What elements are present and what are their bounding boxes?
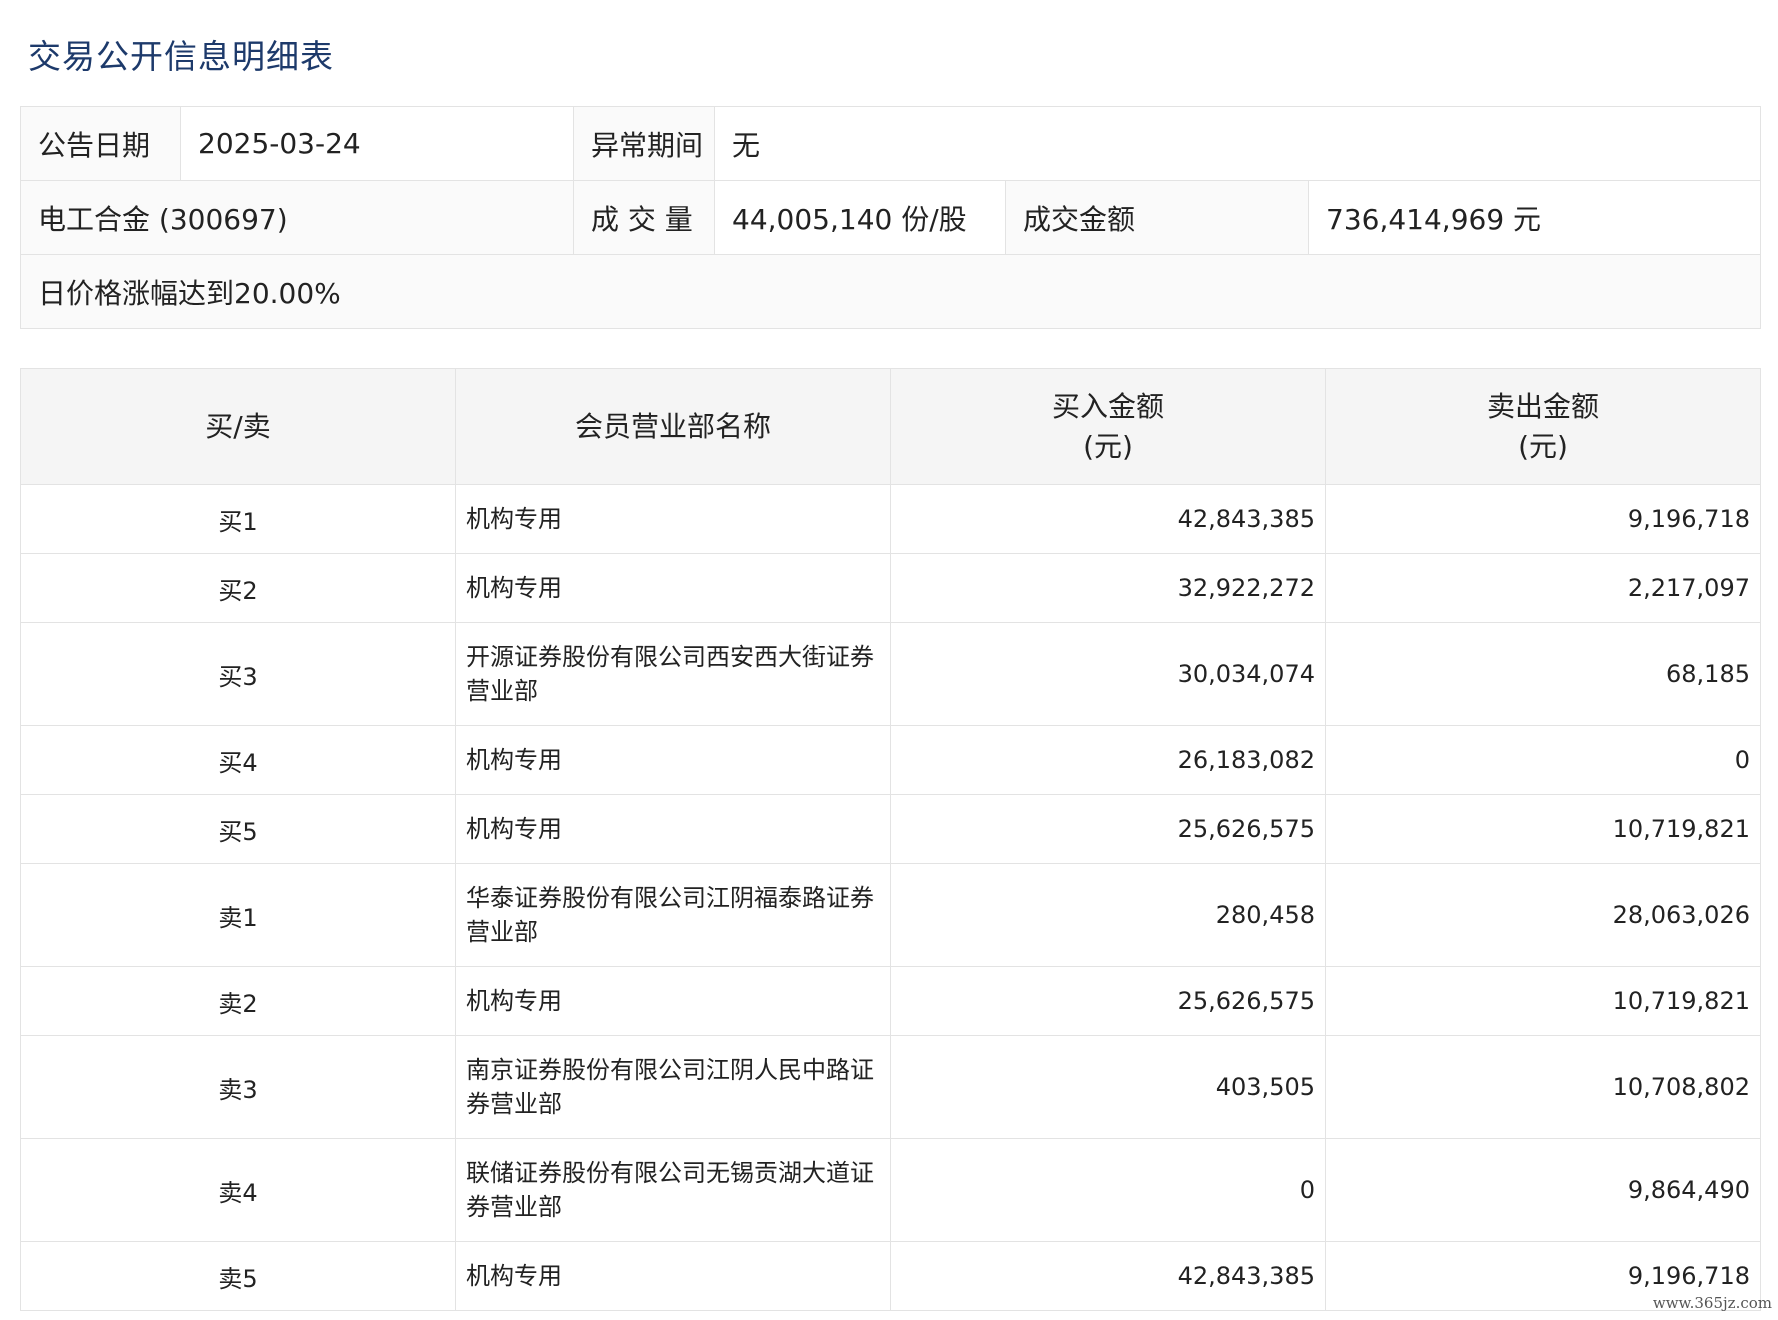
announce-date-label: 公告日期: [20, 106, 181, 181]
row-member-name: 开源证券股份有限公司西安西大街证券营业部: [455, 622, 891, 726]
row-member-name: 机构专用: [455, 553, 891, 623]
row-side: 买1: [20, 484, 456, 554]
table-row: 买3 开源证券股份有限公司西安西大街证券营业部 30,034,074 68,18…: [20, 622, 1761, 726]
row-buy-amount: 30,034,074: [890, 622, 1326, 726]
stock-name: 电工合金 (300697): [20, 180, 574, 255]
row-member-name: 机构专用: [455, 794, 891, 864]
row-member-name: 机构专用: [455, 1241, 891, 1311]
row-buy-amount: 25,626,575: [890, 794, 1326, 864]
table-row: 卖1 华泰证券股份有限公司江阴福泰路证券营业部 280,458 28,063,0…: [20, 863, 1761, 967]
row-sell-amount: 68,185: [1325, 622, 1761, 726]
row-side: 卖2: [20, 966, 456, 1036]
announce-date-value: 2025-03-24: [180, 106, 574, 181]
row-side: 买5: [20, 794, 456, 864]
site-watermark: www.365jz.com: [1652, 1294, 1772, 1312]
turnover-label: 成交金额: [1005, 180, 1309, 255]
listing-reason: 日价格涨幅达到20.00%: [19, 254, 1762, 329]
row-side: 卖3: [20, 1035, 456, 1139]
row-side: 买3: [20, 622, 456, 726]
info-row-reason: 日价格涨幅达到20.00%: [19, 254, 1762, 329]
table-row: 买4 机构专用 26,183,082 0: [20, 725, 1761, 795]
trade-detail-table: 买/卖 会员营业部名称 买入金额 (元) 卖出金额 (元) 买1 机构专用 42…: [20, 368, 1761, 1311]
header-sell-line1: 卖出金额: [1486, 389, 1599, 423]
info-row-volume: 电工合金 (300697) 成 交 量 44,005,140 份/股 成交金额 …: [20, 180, 1762, 255]
row-member-name: 机构专用: [455, 484, 891, 554]
header-buy-line1: 买入金额: [1051, 389, 1164, 423]
row-sell-amount: 9,864,490: [1325, 1138, 1761, 1242]
table-row: 卖2 机构专用 25,626,575 10,719,821: [20, 966, 1761, 1036]
stock-info-table: 公告日期 2025-03-24 异常期间 无 电工合金 (300697) 成 交…: [19, 106, 1762, 329]
row-sell-amount: 10,719,821: [1325, 966, 1761, 1036]
header-buy-line2: (元): [1083, 429, 1133, 463]
row-buy-amount: 403,505: [890, 1035, 1326, 1139]
row-member-name: 联储证券股份有限公司无锡贡湖大道证券营业部: [455, 1138, 891, 1242]
header-sell-line2: (元): [1518, 429, 1568, 463]
row-member-name: 机构专用: [455, 966, 891, 1036]
row-buy-amount: 280,458: [890, 863, 1326, 967]
row-side: 买2: [20, 553, 456, 623]
row-side: 卖4: [20, 1138, 456, 1242]
info-row-date: 公告日期 2025-03-24 异常期间 无: [20, 106, 1762, 181]
row-side: 卖5: [20, 1241, 456, 1311]
table-row: 买2 机构专用 32,922,272 2,217,097: [20, 553, 1761, 623]
table-header-row: 买/卖 会员营业部名称 买入金额 (元) 卖出金额 (元): [20, 368, 1761, 485]
row-buy-amount: 0: [890, 1138, 1326, 1242]
header-buy-amount: 买入金额 (元): [890, 368, 1326, 485]
row-member-name: 华泰证券股份有限公司江阴福泰路证券营业部: [455, 863, 891, 967]
row-side: 买4: [20, 725, 456, 795]
volume-label: 成 交 量: [573, 180, 715, 255]
row-sell-amount: 28,063,026: [1325, 863, 1761, 967]
turnover-value: 736,414,969 元: [1307, 180, 1762, 255]
row-sell-amount: 9,196,718: [1325, 484, 1761, 554]
row-sell-amount: 10,719,821: [1325, 794, 1761, 864]
table-row: 卖5 机构专用 42,843,385 9,196,718: [20, 1241, 1761, 1311]
header-side: 买/卖: [20, 368, 456, 485]
volume-value: 44,005,140 份/股: [714, 180, 1006, 255]
table-row: 买5 机构专用 25,626,575 10,719,821: [20, 794, 1761, 864]
row-buy-amount: 42,843,385: [890, 484, 1326, 554]
table-row: 卖3 南京证券股份有限公司江阴人民中路证券营业部 403,505 10,708,…: [20, 1035, 1761, 1139]
row-buy-amount: 26,183,082: [890, 725, 1326, 795]
page-title: 交易公开信息明细表: [28, 37, 334, 76]
row-sell-amount: 2,217,097: [1325, 553, 1761, 623]
abnormal-period-value: 无: [713, 106, 1762, 181]
table-row: 买1 机构专用 42,843,385 9,196,718: [20, 484, 1761, 554]
row-side: 卖1: [20, 863, 456, 967]
header-member: 会员营业部名称: [455, 368, 891, 485]
abnormal-period-label: 异常期间: [573, 106, 715, 181]
row-buy-amount: 32,922,272: [890, 553, 1326, 623]
row-sell-amount: 0: [1325, 725, 1761, 795]
row-buy-amount: 25,626,575: [890, 966, 1326, 1036]
header-sell-amount: 卖出金额 (元): [1325, 368, 1761, 485]
table-row: 卖4 联储证券股份有限公司无锡贡湖大道证券营业部 0 9,864,490: [20, 1138, 1761, 1242]
row-sell-amount: 10,708,802: [1325, 1035, 1761, 1139]
row-member-name: 机构专用: [455, 725, 891, 795]
row-member-name: 南京证券股份有限公司江阴人民中路证券营业部: [455, 1035, 891, 1139]
row-buy-amount: 42,843,385: [890, 1241, 1326, 1311]
